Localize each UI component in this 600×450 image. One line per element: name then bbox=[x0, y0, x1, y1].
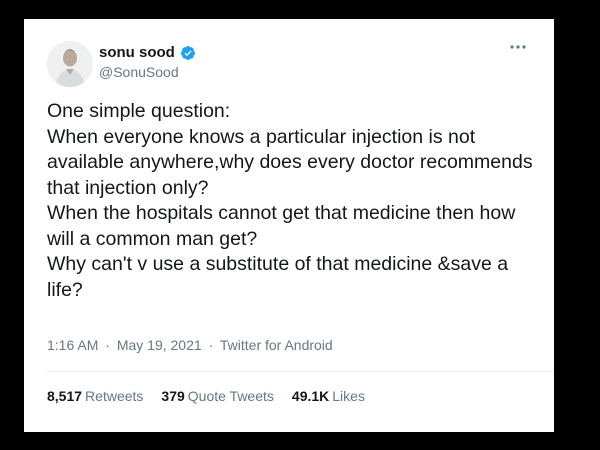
divider bbox=[47, 371, 554, 372]
tweet-line: will a common man get? bbox=[47, 227, 258, 250]
author-name-row: sonu sood bbox=[99, 44, 196, 61]
tweet-time[interactable]: 1:16 AM bbox=[47, 337, 98, 353]
retweets-label: Retweets bbox=[85, 388, 144, 404]
tweet-stats: 8,517 Retweets 379 Quote Tweets 49.1K Likes bbox=[47, 388, 383, 404]
verified-badge-icon bbox=[180, 45, 195, 60]
tweet-line: available anywhere,why does every doctor… bbox=[47, 151, 533, 173]
tweet-line: that injection only? bbox=[47, 176, 209, 199]
tweet-text: One simple question: When everyone knows… bbox=[47, 99, 537, 303]
tweet-source-link[interactable]: Twitter for Android bbox=[220, 337, 333, 353]
tweet-line: One simple question: bbox=[47, 100, 231, 122]
likes-label: Likes bbox=[332, 388, 365, 404]
more-options-icon[interactable] bbox=[508, 41, 528, 53]
likes-stat[interactable]: 49.1K Likes bbox=[292, 388, 365, 404]
retweets-count: 8,517 bbox=[47, 388, 83, 404]
author-handle[interactable]: @SonuSood bbox=[99, 64, 179, 80]
retweets-stat[interactable]: 8,517 Retweets bbox=[47, 388, 143, 404]
tweet-line: life? bbox=[47, 278, 83, 301]
quote-tweets-stat[interactable]: 379 Quote Tweets bbox=[161, 388, 274, 404]
likes-count: 49.1K bbox=[291, 388, 330, 404]
meta-separator: · bbox=[105, 337, 110, 353]
tweet-line: When everyone knows a particular injecti… bbox=[47, 125, 476, 148]
tweet-line: Why can't v use a substitute of that med… bbox=[47, 253, 509, 275]
tweet-card: sonu sood @SonuSood One simple question:… bbox=[24, 19, 554, 432]
quote-tweets-count: 379 bbox=[161, 388, 185, 404]
tweet-meta: 1:16 AM · May 19, 2021 · Twitter for And… bbox=[47, 337, 333, 353]
quote-tweets-label: Quote Tweets bbox=[187, 388, 274, 404]
tweet-line: When the hospitals cannot get that medic… bbox=[47, 202, 516, 224]
author-name[interactable]: sonu sood bbox=[99, 44, 175, 61]
meta-separator: · bbox=[208, 337, 214, 353]
tweet-date[interactable]: May 19, 2021 bbox=[117, 337, 202, 353]
avatar[interactable] bbox=[47, 41, 93, 87]
avatar-portrait-icon bbox=[47, 41, 93, 87]
